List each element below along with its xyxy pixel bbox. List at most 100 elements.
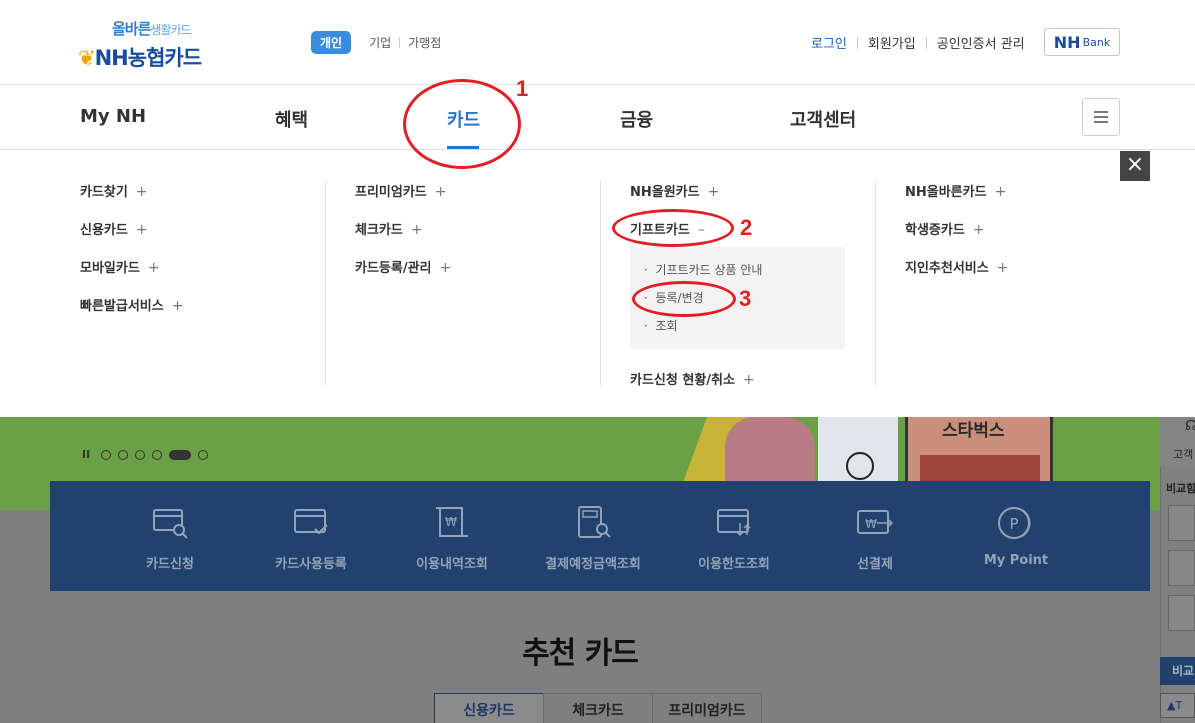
- nhbank-sub-label: Bank: [1082, 35, 1111, 49]
- side-customer-label: 고객: [1173, 448, 1194, 461]
- nav-my-nh[interactable]: My NH: [80, 106, 146, 127]
- column-divider: [875, 181, 876, 386]
- segment-business[interactable]: 기업: [361, 34, 399, 51]
- quick-label: My Point: [983, 553, 1049, 568]
- menu-quick-issue[interactable]: 빠른발급서비스 +: [80, 295, 183, 314]
- quick-card-usage-register[interactable]: 카드사용등록: [246, 481, 376, 591]
- plus-icon: +: [147, 260, 160, 276]
- pause-icon[interactable]: II: [82, 448, 90, 461]
- quick-menu: 카드신청 카드사용등록 ₩ 이용내역조회 결제예정금액조회 이용한도조회 ₩ 선…: [50, 481, 1150, 591]
- logo-mark-icon: ❦: [78, 46, 96, 70]
- segment-merchant[interactable]: 가맹점: [400, 34, 449, 51]
- svg-text:₩: ₩: [865, 517, 877, 531]
- calculator-search-icon: [578, 506, 611, 538]
- annotation-number-3: 3: [739, 286, 752, 311]
- plus-icon: +: [135, 184, 148, 200]
- quick-label: 카드신청: [146, 557, 194, 572]
- menu-card-register-manage[interactable]: 카드등록/관리 +: [355, 257, 451, 276]
- hamburger-icon: [1094, 116, 1108, 118]
- annotation-number-1: 1: [516, 76, 529, 101]
- card-check-icon: [294, 509, 328, 535]
- compare-button[interactable]: 비교: [1160, 657, 1195, 685]
- plus-icon: +: [972, 222, 985, 238]
- menu-student-id-card[interactable]: 학생증카드 +: [905, 219, 985, 238]
- main-navigation: [0, 86, 1195, 150]
- all-menu-button[interactable]: [1082, 98, 1120, 136]
- plus-icon: +: [994, 184, 1007, 200]
- plus-icon: +: [707, 184, 720, 200]
- tab-premium-card[interactable]: 프리미엄카드: [652, 693, 762, 723]
- signup-link[interactable]: 회원가입: [858, 33, 926, 52]
- menu-mobile-card[interactable]: 모바일카드 +: [80, 257, 160, 276]
- plus-icon: +: [410, 222, 423, 238]
- quick-my-point[interactable]: P My Point: [951, 481, 1081, 591]
- submenu-gift-card-info[interactable]: · 기프트카드 상품 안내: [644, 261, 762, 278]
- card-arrows-icon: [717, 509, 751, 537]
- nav-benefits[interactable]: 혜택: [275, 106, 308, 132]
- plus-icon: +: [742, 372, 755, 388]
- annotation-number-2: 2: [740, 215, 753, 240]
- pagination-dot[interactable]: [135, 449, 146, 460]
- nav-finance[interactable]: 금융: [620, 106, 653, 132]
- pagination-dot[interactable]: [101, 449, 112, 460]
- compare-slot[interactable]: [1168, 505, 1195, 541]
- menu-premium-card[interactable]: 프리미엄카드 +: [355, 181, 447, 200]
- quick-label: 이용한도조회: [698, 557, 770, 572]
- menu-nh-allone-card[interactable]: NH올원카드 +: [630, 181, 719, 200]
- menu-application-status[interactable]: 카드신청 현황/취소 +: [630, 369, 755, 388]
- pagination-dot-active[interactable]: [169, 449, 192, 460]
- nh-bank-link[interactable]: NH Bank: [1044, 28, 1120, 56]
- nhbank-label: NH: [1053, 32, 1081, 52]
- logo-slogan: 올바른생활카드: [112, 20, 192, 38]
- plus-icon: +: [135, 222, 148, 238]
- pagination-dot[interactable]: [118, 449, 129, 460]
- scroll-top-button[interactable]: ▲T: [1160, 693, 1195, 718]
- column-divider: [600, 181, 601, 386]
- certificate-link[interactable]: 공인인증서 관리: [927, 33, 1035, 52]
- quick-label: 결제예정금액조회: [545, 557, 641, 572]
- recommend-section-title: 추천 카드: [522, 636, 639, 671]
- close-menu-button[interactable]: ×: [1120, 151, 1150, 181]
- svg-text:₩: ₩: [445, 515, 457, 529]
- menu-check-card[interactable]: 체크카드 +: [355, 219, 423, 238]
- submenu-inquiry[interactable]: · 조회: [644, 317, 678, 334]
- svg-text:P: P: [1009, 515, 1018, 533]
- quick-usage-history[interactable]: ₩ 이용내역조회: [387, 481, 517, 591]
- compare-slot[interactable]: [1168, 595, 1195, 631]
- quick-payment-due[interactable]: 결제예정금액조회: [528, 481, 658, 591]
- pagination-dot[interactable]: [152, 449, 163, 460]
- tab-credit-card[interactable]: 신용카드: [434, 693, 544, 723]
- customer-segment-switch: 개인 기업 가맹점: [311, 31, 449, 54]
- menu-find-card[interactable]: 카드찾기 +: [80, 181, 148, 200]
- menu-nh-allbareun-card[interactable]: NH올바른카드 +: [905, 181, 1006, 200]
- banner-circle-icon: [846, 452, 874, 480]
- column-divider: [325, 181, 326, 386]
- nh-card-logo[interactable]: 올바른생활카드 ❦NH농협카드: [78, 18, 238, 74]
- quick-label: 선결제: [857, 557, 893, 572]
- banner-brand-label: 스타벅스: [942, 421, 1005, 441]
- side-compare-label: 비교함: [1166, 482, 1195, 495]
- quick-label: 이용내역조회: [416, 557, 488, 572]
- plus-icon: +: [171, 298, 184, 314]
- tab-check-card[interactable]: 체크카드: [543, 693, 653, 723]
- compare-slot[interactable]: [1168, 550, 1195, 586]
- menu-referral-service[interactable]: 지인추천서비스 +: [905, 257, 1008, 276]
- plus-icon: +: [996, 260, 1009, 276]
- site-header: 올바른생활카드 ❦NH농협카드 개인 기업 가맹점 로그인 회원가입 공인인증서…: [0, 0, 1195, 85]
- quick-usage-limit[interactable]: 이용한도조회: [669, 481, 799, 591]
- segment-personal[interactable]: 개인: [311, 31, 352, 54]
- hamburger-icon: [1094, 121, 1108, 123]
- quick-card-apply[interactable]: 카드신청: [105, 481, 235, 591]
- quick-prepayment[interactable]: ₩ 선결제: [810, 481, 940, 591]
- card-search-icon: [153, 509, 188, 539]
- point-coin-icon: P: [998, 507, 1031, 539]
- nav-customer-center[interactable]: 고객센터: [790, 106, 856, 132]
- receipt-won-icon: ₩: [436, 507, 468, 537]
- quick-label: 카드사용등록: [275, 557, 347, 572]
- login-link[interactable]: 로그인: [805, 33, 857, 52]
- logo-wordmark: ❦NH농협카드: [78, 46, 202, 70]
- hamburger-icon: [1094, 111, 1108, 113]
- pagination-dot[interactable]: [198, 449, 209, 460]
- utility-links: 로그인 회원가입 공인인증서 관리: [805, 33, 1035, 52]
- menu-credit-card[interactable]: 신용카드 +: [80, 219, 148, 238]
